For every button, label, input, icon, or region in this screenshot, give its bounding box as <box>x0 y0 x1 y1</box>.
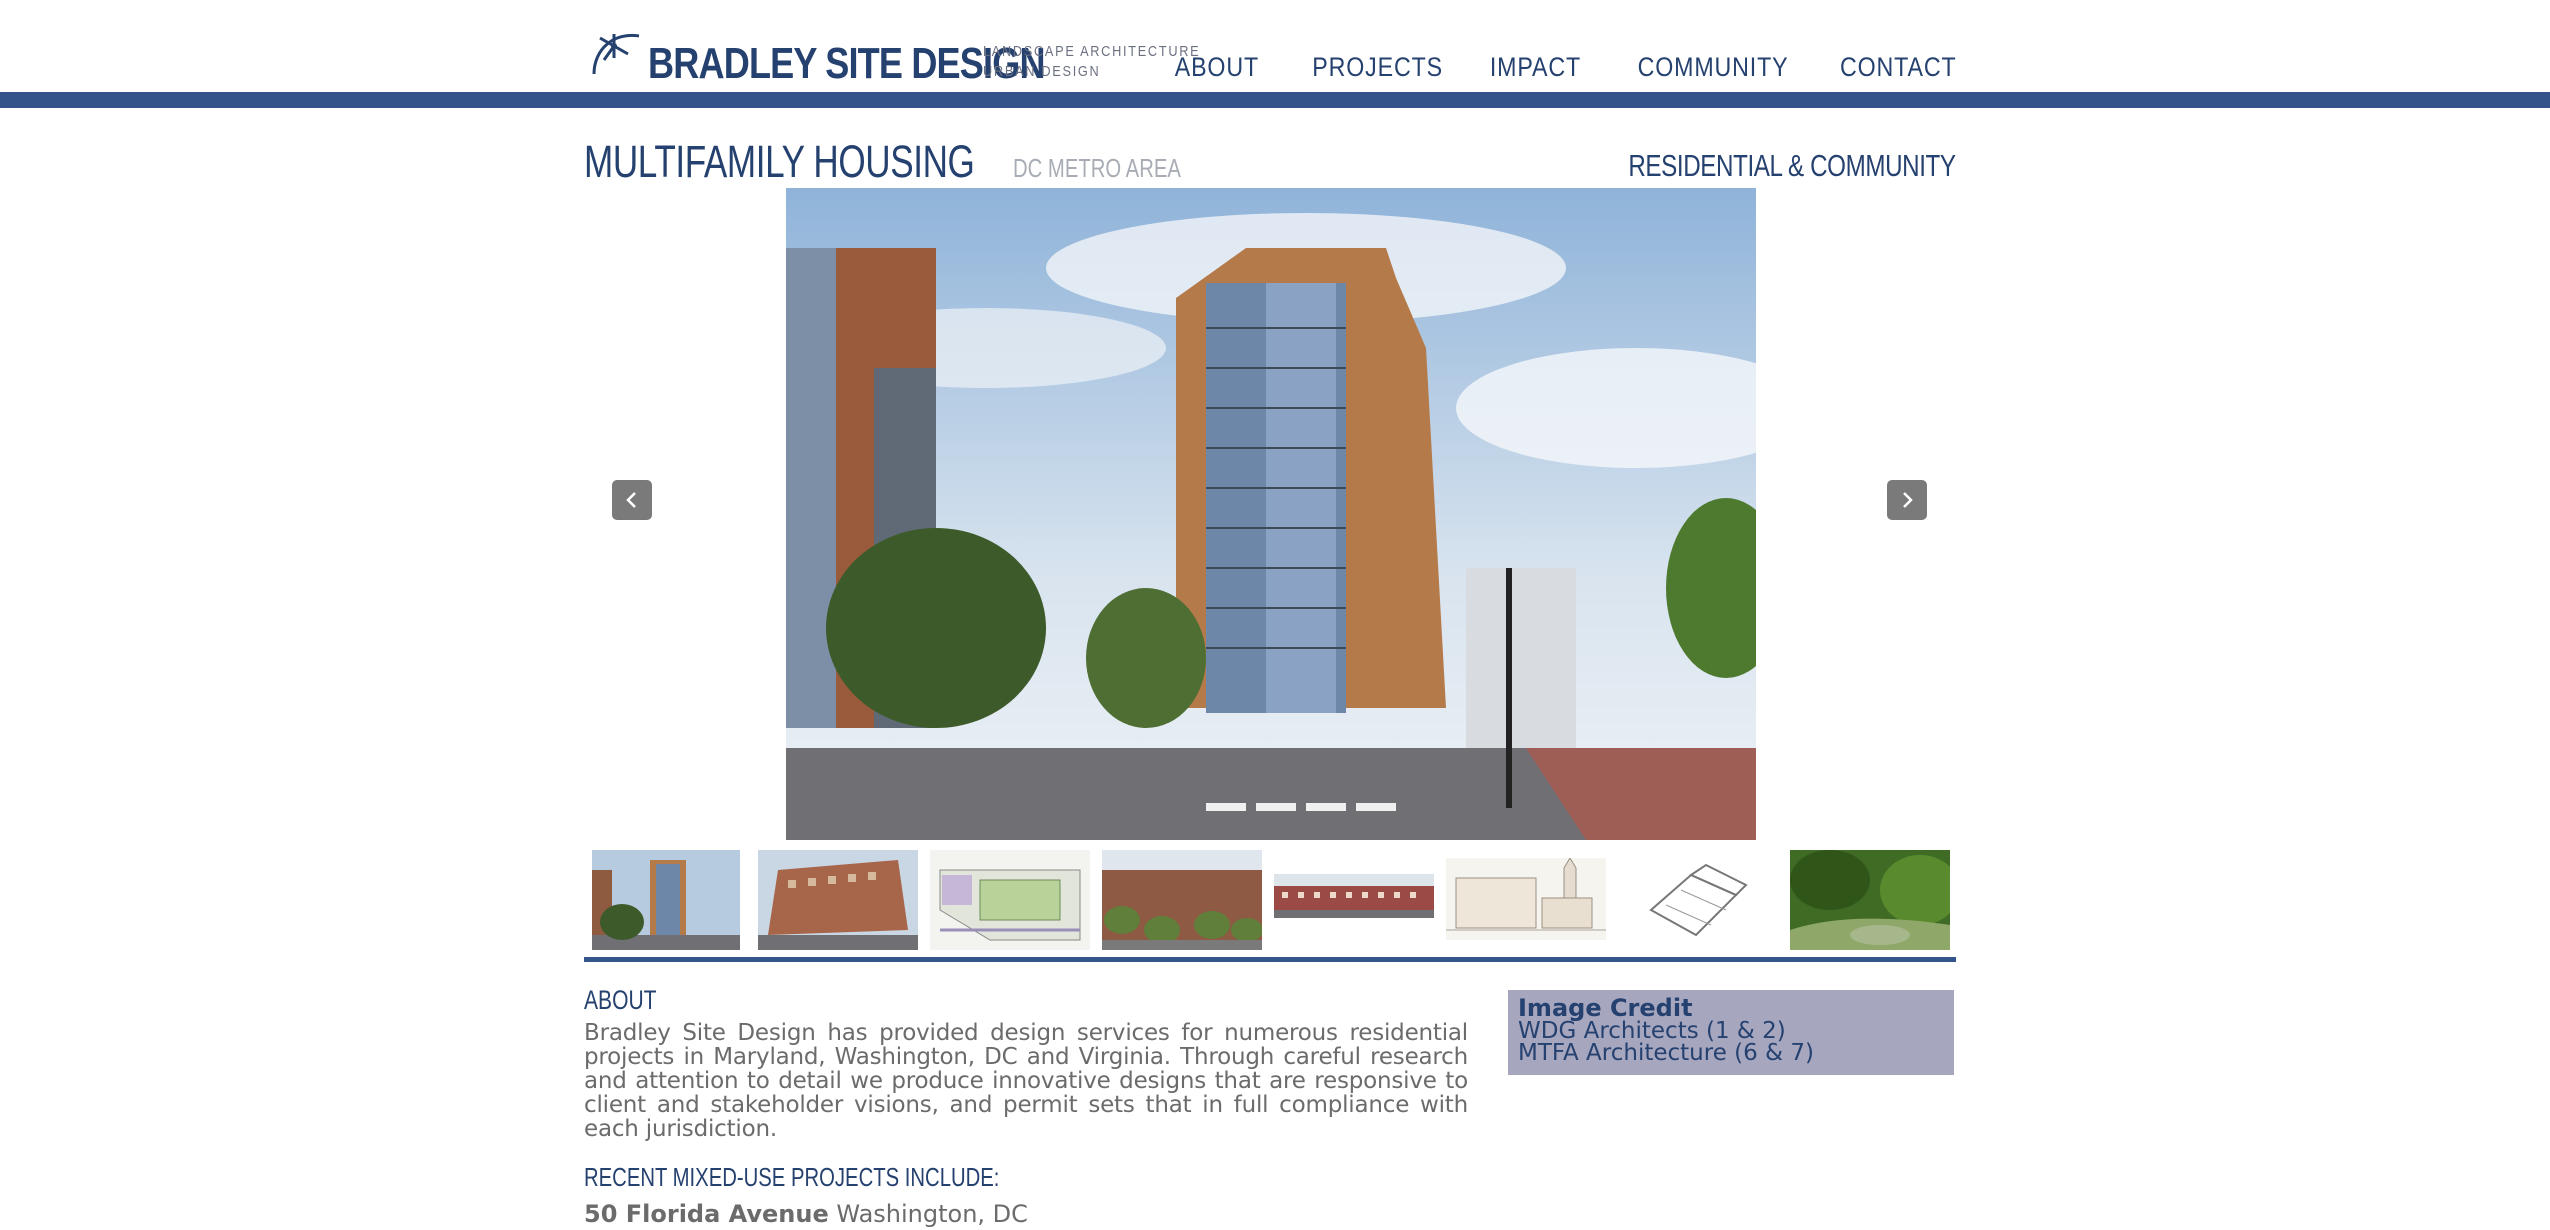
nav-contact[interactable]: CONTACT <box>1839 50 1956 84</box>
recent-project-name[interactable]: 50 Florida Avenue <box>584 1200 829 1228</box>
thumbnail-2[interactable] <box>758 850 918 950</box>
thumbnail-5[interactable] <box>1274 874 1434 918</box>
thumbnail-8[interactable] <box>1790 850 1950 950</box>
thumbnail-4[interactable] <box>1102 850 1262 950</box>
chevron-left-icon <box>626 492 636 508</box>
section-divider <box>584 957 1956 962</box>
gallery-prev-button[interactable] <box>612 480 652 520</box>
main-nav: ABOUT PROJECTS IMPACT COMMUNITY CONTACT <box>1161 50 1956 84</box>
project-location: DC METRO AREA <box>1012 153 1181 183</box>
thumbnail-strip <box>584 848 1956 950</box>
recent-project-item: 50 Florida Avenue Washington, DC <box>584 1200 1028 1228</box>
image-credit-title: Image Credit <box>1518 994 1693 1022</box>
site-header: BRADLEY SITE DESIGN LANDSCAPE ARCHITECTU… <box>0 0 2550 92</box>
image-credit-line: MTFA Architecture (6 & 7) <box>1518 1040 1814 1066</box>
thumbnail-7[interactable] <box>1636 850 1756 950</box>
thumbnail-6[interactable] <box>1446 858 1606 940</box>
about-body: Bradley Site Design has provided design … <box>584 1020 1468 1142</box>
nav-community[interactable]: COMMUNITY <box>1638 50 1789 84</box>
thumbnail-3[interactable] <box>930 850 1090 950</box>
project-category[interactable]: RESIDENTIAL & COMMUNITY <box>1629 148 1957 184</box>
gallery-next-button[interactable] <box>1887 480 1927 520</box>
nav-impact[interactable]: IMPACT <box>1490 50 1581 84</box>
image-credit-box: Image Credit WDG Architects (1 & 2) MTFA… <box>1508 990 1954 1075</box>
chevron-right-icon <box>1903 492 1913 508</box>
hero-image <box>786 188 1756 840</box>
page-title: MULTIFAMILY HOUSING DC METRO AREA <box>584 136 1228 188</box>
thumbnail-1[interactable] <box>592 850 740 950</box>
nav-about[interactable]: ABOUT <box>1175 50 1259 84</box>
nav-projects[interactable]: PROJECTS <box>1312 50 1443 84</box>
image-credit-line: WDG Architects (1 & 2) <box>1518 1018 1786 1044</box>
logo-mark-icon <box>592 33 640 75</box>
about-heading: ABOUT <box>584 985 657 1015</box>
header-band <box>0 92 2550 108</box>
recent-projects-heading: RECENT MIXED-USE PROJECTS INCLUDE: <box>584 1162 1000 1192</box>
project-title: MULTIFAMILY HOUSING <box>584 136 975 187</box>
recent-project-location: Washington, DC <box>836 1200 1028 1228</box>
